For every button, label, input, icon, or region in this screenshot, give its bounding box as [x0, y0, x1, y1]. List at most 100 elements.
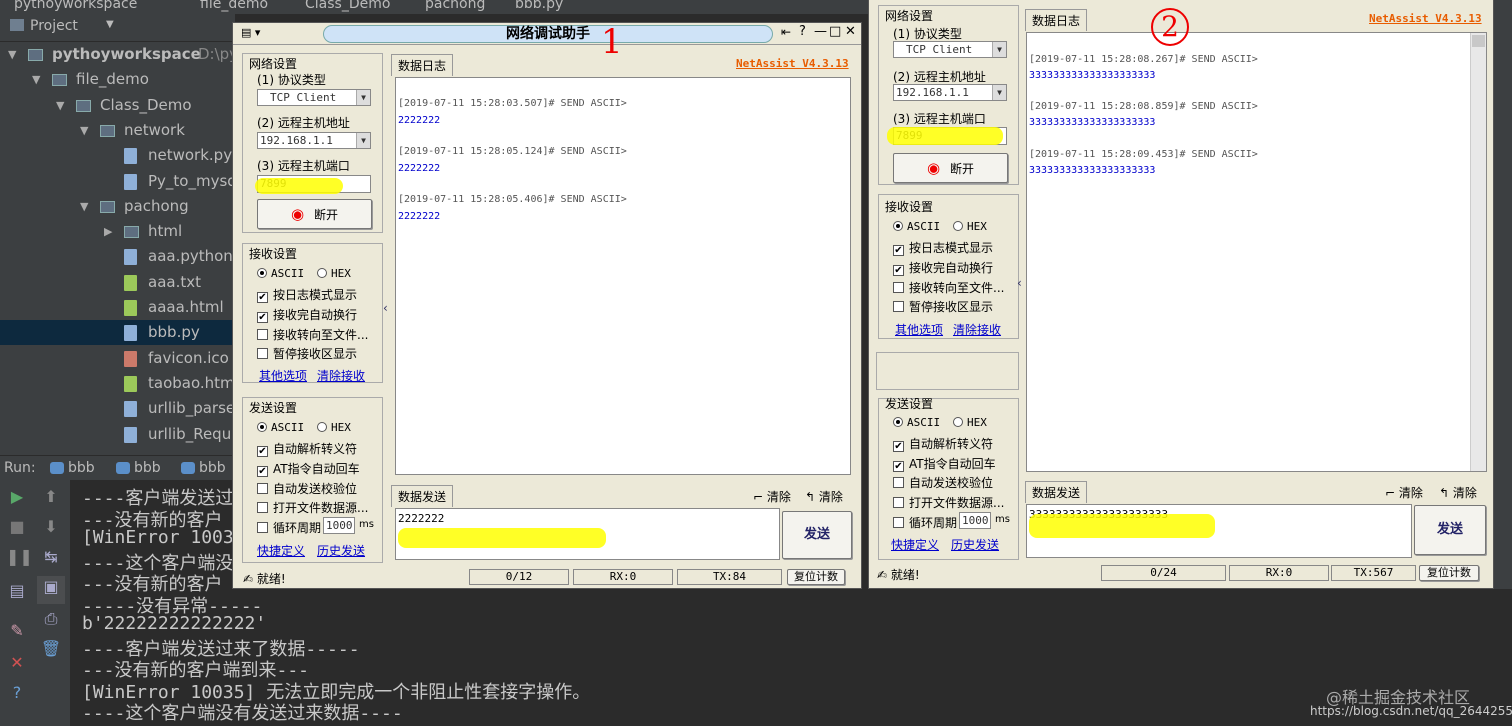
tree-item[interactable]: favicon.ico: [0, 346, 235, 371]
tree-item[interactable]: Py_to_mysq: [0, 169, 235, 194]
checkbox-icon[interactable]: [893, 517, 904, 528]
hex-radio[interactable]: HEX: [317, 267, 351, 280]
send-opt-checksum[interactable]: 自动发送校验位: [257, 480, 357, 497]
period-input[interactable]: 1000: [323, 517, 355, 534]
shortcut-link[interactable]: 快捷定义: [891, 536, 939, 553]
version-link[interactable]: NetAssist V4.3.13: [1369, 12, 1482, 25]
log-area[interactable]: [2019-07-11 15:28:08.267]# SEND ASCII> 3…: [1026, 32, 1487, 472]
system-menu-icon[interactable]: ▤ ▾: [241, 26, 260, 39]
log-tab[interactable]: 数据日志: [391, 54, 454, 76]
chevron-down-icon[interactable]: ▼: [106, 19, 114, 30]
pause-icon[interactable]: ❚❚: [6, 546, 33, 568]
help-icon[interactable]: ?: [6, 682, 28, 704]
close-icon[interactable]: ✕: [6, 652, 28, 674]
clear-recv-link[interactable]: 清除接收: [953, 321, 1001, 338]
history-link[interactable]: 历史发送: [317, 542, 365, 559]
chevron-down-icon[interactable]: ▼: [56, 93, 64, 118]
send-button[interactable]: 发送: [1414, 505, 1486, 555]
checkbox-checked-icon[interactable]: ✔: [257, 312, 268, 323]
checkbox-checked-icon[interactable]: ✔: [257, 292, 268, 303]
maximize-icon[interactable]: □: [829, 24, 841, 39]
disconnect-button[interactable]: ◉ 断开: [257, 199, 372, 229]
crumb-class-demo[interactable]: Class_Demo: [305, 0, 390, 12]
crumb-bbb[interactable]: bbb.py: [515, 0, 563, 12]
recv-opt-pause[interactable]: 暂停接收区显示: [893, 298, 993, 315]
recv-opt-auto-newline[interactable]: ✔ 接收完自动换行: [257, 306, 357, 323]
crumb-pachong[interactable]: pachong: [425, 0, 485, 12]
hex-radio[interactable]: HEX: [317, 421, 351, 434]
trash-icon[interactable]: 🗑: [40, 638, 62, 660]
recv-opt-auto-newline[interactable]: ✔ 接收完自动换行: [893, 259, 993, 276]
reset-count-button[interactable]: 复位计数: [1419, 565, 1479, 581]
protocol-select[interactable]: TCP Client ▼: [893, 41, 1007, 58]
checkbox-checked-icon[interactable]: ✔: [893, 245, 904, 256]
chevron-right-icon[interactable]: ▶: [104, 219, 112, 244]
send-opt-file-source[interactable]: 打开文件数据源...: [257, 499, 368, 516]
run-icon[interactable]: ▶: [6, 486, 28, 508]
send-opt-at-cr[interactable]: ✔ AT指令自动回车: [893, 455, 996, 472]
scroll-end-icon[interactable]: ▣: [37, 576, 65, 604]
checkbox-icon[interactable]: [893, 497, 904, 508]
arrow-up-icon[interactable]: ⬆: [40, 486, 62, 508]
title-bar[interactable]: ▤ ▾ 网络调试助手 ⇤ ? — □ ✕: [233, 23, 861, 45]
log-scrollbar[interactable]: [1470, 33, 1486, 471]
reset-count-button[interactable]: 复位计数: [787, 569, 845, 585]
checkbox-checked-icon[interactable]: ✔: [257, 466, 268, 477]
tree-item[interactable]: ▼ pachong: [0, 194, 235, 219]
recv-opt-to-file[interactable]: 接收转向至文件...: [257, 326, 368, 343]
send-tab[interactable]: 数据发送: [391, 485, 454, 507]
hex-radio[interactable]: HEX: [953, 220, 987, 233]
send-opt-at-cr[interactable]: ✔ AT指令自动回车: [257, 460, 360, 477]
recv-opt-to-file[interactable]: 接收转向至文件...: [893, 279, 1004, 296]
checkbox-icon[interactable]: [893, 477, 904, 488]
tree-item[interactable]: urllib_parse.: [0, 396, 235, 421]
chevron-down-icon[interactable]: ▼: [8, 42, 16, 67]
more-options-link[interactable]: 其他选项: [259, 367, 307, 384]
close-icon[interactable]: ✕: [845, 24, 856, 39]
checkbox-checked-icon[interactable]: ✔: [257, 446, 268, 457]
arrow-down-icon[interactable]: ⬇: [40, 516, 62, 538]
tree-item[interactable]: network.py: [0, 143, 235, 168]
project-panel-header[interactable]: Project ▼: [0, 14, 235, 42]
checkbox-checked-icon[interactable]: ✔: [893, 441, 904, 452]
send-tab[interactable]: 数据发送: [1025, 481, 1088, 503]
checkbox-checked-icon[interactable]: ✔: [893, 461, 904, 472]
chevron-down-icon[interactable]: ▼: [80, 194, 88, 219]
tree-item[interactable]: aaa.txt: [0, 270, 235, 295]
more-options-link[interactable]: 其他选项: [895, 321, 943, 338]
checkbox-icon[interactable]: [257, 522, 268, 533]
period-input[interactable]: 1000: [959, 512, 991, 529]
clear-recv-link[interactable]: 清除接收: [317, 367, 365, 384]
chevron-down-icon[interactable]: ▼: [80, 118, 88, 143]
history-link[interactable]: 历史发送: [951, 536, 999, 553]
clear-send-button[interactable]: ⌐ 清除: [753, 488, 791, 505]
log-area[interactable]: [2019-07-11 15:28:03.507]# SEND ASCII> 2…: [395, 77, 851, 475]
checkbox-checked-icon[interactable]: ✔: [893, 265, 904, 276]
pin-icon[interactable]: ⇤: [781, 25, 791, 39]
hex-radio[interactable]: HEX: [953, 416, 987, 429]
tree-item[interactable]: aaaa.html: [0, 295, 235, 320]
tree-item[interactable]: ▼ network: [0, 118, 235, 143]
send-opt-cycle[interactable]: 循环周期: [257, 519, 321, 536]
run-tab[interactable]: bbb: [134, 456, 161, 480]
protocol-select[interactable]: TCP Client ▼: [257, 89, 371, 106]
checkbox-icon[interactable]: [257, 329, 268, 340]
checkbox-icon[interactable]: [893, 301, 904, 312]
recv-opt-log-mode[interactable]: ✔ 按日志模式显示: [257, 286, 357, 303]
shortcut-link[interactable]: 快捷定义: [257, 542, 305, 559]
recv-opt-pause[interactable]: 暂停接收区显示: [257, 345, 357, 362]
clear-send-button[interactable]: ⌐ 清除: [1385, 484, 1423, 501]
tree-item[interactable]: aaa.python.p: [0, 244, 235, 269]
checkbox-icon[interactable]: [257, 502, 268, 513]
send-opt-cycle[interactable]: 循环周期: [893, 514, 957, 531]
version-link[interactable]: NetAssist V4.3.13: [736, 57, 849, 70]
layout-icon[interactable]: ▤: [6, 580, 28, 602]
send-opt-escape[interactable]: ✔ 自动解析转义符: [257, 440, 357, 457]
print-icon[interactable]: ⎙: [40, 608, 62, 630]
minimize-icon[interactable]: —: [814, 24, 827, 39]
crumb-file-demo[interactable]: file_demo: [200, 0, 268, 12]
tree-item[interactable]: ▼ Class_Demo: [0, 93, 235, 118]
chevron-down-icon[interactable]: ▼: [32, 67, 40, 92]
tree-item[interactable]: bbb.py: [0, 320, 235, 346]
tree-item[interactable]: urllib_Reque: [0, 422, 235, 447]
